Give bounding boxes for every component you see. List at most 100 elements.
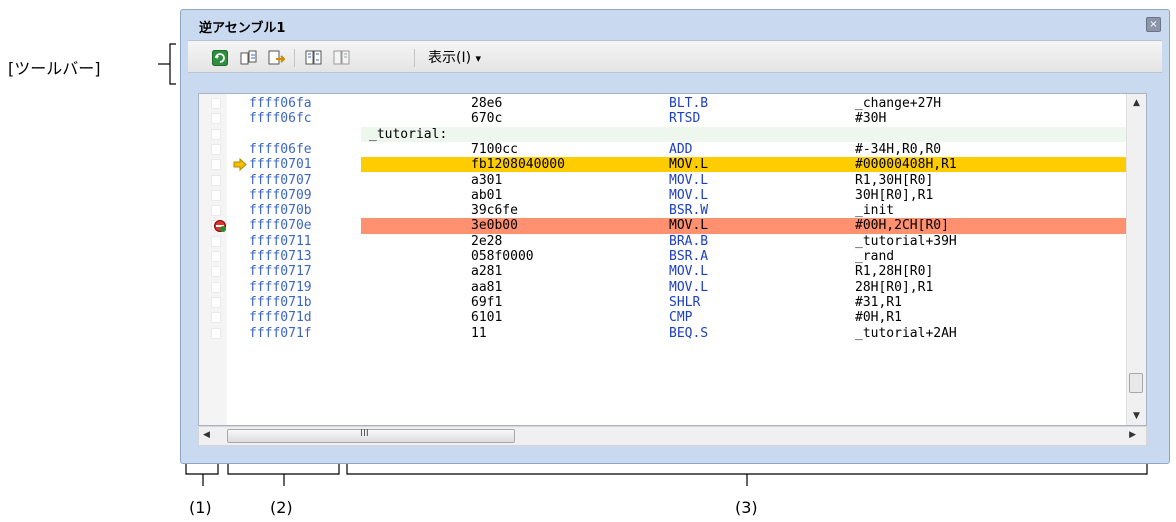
gutter-cell[interactable] <box>211 159 221 171</box>
horizontal-scrollbar[interactable]: ◀ III ▶ <box>198 426 1147 446</box>
disassembly-listing[interactable]: ffff06fa 28e6 BLT.B _change+27H ffff06fc 670c… <box>198 93 1147 426</box>
horizontal-scroll-thumb[interactable]: III <box>227 428 515 443</box>
table-row[interactable]: ffff06fa 28e6 BLT.B _change+27H <box>199 96 1129 111</box>
scroll-right-icon[interactable]: ▶ <box>1129 430 1136 440</box>
gutter-cell[interactable] <box>211 205 221 217</box>
operand-cell: #00000408H,R1 <box>855 157 957 173</box>
table-row[interactable]: ffff06fc 670c RTSD #30H <box>199 111 1129 126</box>
code-cell: a301 <box>471 172 503 188</box>
table-row[interactable]: ffff0713 058f0000 BSR.A _rand <box>199 249 1129 264</box>
scroll-grip: III <box>360 428 369 439</box>
toolbar-separator <box>414 49 415 67</box>
address-cell: ffff06fc <box>249 111 312 127</box>
address-cell: ffff0701 <box>249 157 312 173</box>
window-title: 逆アセンブル1 <box>199 21 286 36</box>
gutter-cell[interactable] <box>211 327 221 339</box>
mnemonic-cell: MOV.L <box>669 157 709 173</box>
address-cell: ffff0719 <box>249 279 312 295</box>
code-cell: 670c <box>471 111 503 127</box>
label-row[interactable]: _tutorial: <box>199 126 1129 142</box>
gutter-cell[interactable] <box>211 98 221 109</box>
window-titlebar[interactable]: 逆アセンブル1 × <box>181 10 1169 38</box>
operand-cell: #30H <box>855 111 887 127</box>
mnemonic-cell: BRA.B <box>669 233 709 249</box>
gutter-cell[interactable] <box>211 143 221 155</box>
table-row[interactable]: ffff0707 a301 MOV.L R1,30H[R0] <box>199 173 1129 188</box>
code-cell: 6101 <box>471 310 503 326</box>
code-cell: 7100cc <box>471 141 518 157</box>
operand-cell: _rand <box>855 249 895 264</box>
operand-cell: R1,30H[R0] <box>855 172 934 188</box>
area-label-2: (2) <box>270 498 293 517</box>
label-text: _tutorial: <box>369 126 448 142</box>
table-row[interactable]: ffff0719 aa81 MOV.L 28H[R0],R1 <box>199 280 1129 295</box>
address-cell: ffff071b <box>249 294 312 310</box>
mnemonic-cell: MOV.L <box>669 264 709 280</box>
close-button[interactable]: × <box>1146 17 1161 32</box>
table-row[interactable]: ffff0717 a281 MOV.L R1,28H[R0] <box>199 264 1129 279</box>
gutter-cell[interactable] <box>211 251 221 262</box>
gutter-cell[interactable] <box>211 174 221 186</box>
gutter-cell[interactable] <box>211 296 221 308</box>
view-menu-label: 表示(I) <box>428 50 472 66</box>
address-cell: ffff0713 <box>249 249 312 264</box>
gutter-cell[interactable] <box>211 113 221 125</box>
scroll-down-icon[interactable]: ▼ <box>1127 407 1146 425</box>
vertical-scroll-thumb[interactable] <box>1129 373 1143 393</box>
row-highlight <box>361 126 1129 142</box>
table-row[interactable]: ffff071b 69f1 SHLR #31,R1 <box>199 295 1129 310</box>
gutter-cell[interactable] <box>211 266 221 278</box>
table-row[interactable]: ffff070b 39c6fe BSR.W _init <box>199 203 1129 218</box>
operand-cell: #00H,2CH[R0] <box>855 218 949 234</box>
address-cell: ffff0707 <box>249 172 312 188</box>
table-row[interactable]: ffff071f 11 BEQ.S _tutorial+2AH <box>199 326 1129 341</box>
table-row[interactable]: ffff0711 2e28 BRA.B _tutorial+39H <box>199 234 1129 249</box>
view-menu-button[interactable]: 表示(I) ▾ <box>428 47 481 67</box>
mnemonic-cell: MOV.L <box>669 279 709 295</box>
chevron-down-icon: ▾ <box>475 52 482 65</box>
gutter-cell[interactable] <box>211 281 221 293</box>
mnemonic-cell: RTSD <box>669 111 701 127</box>
scroll-up-icon[interactable]: ▲ <box>1127 94 1146 112</box>
operand-cell: #0H,R1 <box>855 310 902 326</box>
scroll-left-icon[interactable]: ◀ <box>203 430 210 440</box>
code-cell: 3e0b00 <box>471 218 518 234</box>
code-cell: 39c6fe <box>471 203 518 219</box>
table-row[interactable]: ffff070e 3e0b00 MOV.L #00H,2CH[R0] <box>199 218 1129 234</box>
code-cell: 058f0000 <box>471 249 534 264</box>
address-cell: ffff070b <box>249 203 312 219</box>
address-cell: ffff0711 <box>249 233 312 249</box>
gutter-cell[interactable] <box>211 128 221 140</box>
gutter-cell[interactable] <box>211 189 221 201</box>
table-row[interactable]: ffff0701 fb1208040000 MOV.L #00000408H,R1 <box>199 157 1129 173</box>
address-cell: ffff06fe <box>249 141 312 157</box>
operand-cell: 30H[R0],R1 <box>855 187 934 203</box>
disassemble-display-icon[interactable] <box>333 50 350 66</box>
code-cell: 28e6 <box>471 96 503 111</box>
area-label-3: (3) <box>735 498 758 517</box>
gutter-cell[interactable] <box>211 312 221 324</box>
address-cell: ffff0709 <box>249 187 312 203</box>
mnemonic-cell: BEQ.S <box>669 325 709 341</box>
mnemonic-cell: MOV.L <box>669 187 709 203</box>
table-row[interactable]: ffff071d 6101 CMP #0H,R1 <box>199 310 1129 325</box>
code-cell: 2e28 <box>471 233 503 249</box>
vertical-scrollbar[interactable]: ▲ ▼ <box>1126 94 1146 425</box>
code-cell: ab01 <box>471 187 503 203</box>
refresh-icon[interactable] <box>212 50 228 66</box>
go-to-symbol-icon[interactable] <box>240 50 257 66</box>
code-cell: aa81 <box>471 279 503 295</box>
operand-cell: _init <box>855 203 895 219</box>
mnemonic-cell: SHLR <box>669 294 701 310</box>
export-icon[interactable] <box>268 50 286 66</box>
table-row[interactable]: ffff06fe 7100cc ADD #-34H,R0,R0 <box>199 142 1129 157</box>
mnemonic-cell: BSR.A <box>669 249 709 264</box>
gutter-cell[interactable] <box>211 235 221 247</box>
mixed-display-icon[interactable] <box>305 50 322 66</box>
mnemonic-cell: MOV.L <box>669 218 709 234</box>
operand-cell: #31,R1 <box>855 294 902 310</box>
toolbar: 表示(I) ▾ <box>188 40 1162 73</box>
table-row[interactable]: ffff0709 ab01 MOV.L 30H[R0],R1 <box>199 188 1129 203</box>
code-cell: fb1208040000 <box>471 157 565 173</box>
code-cell: 11 <box>471 325 487 341</box>
